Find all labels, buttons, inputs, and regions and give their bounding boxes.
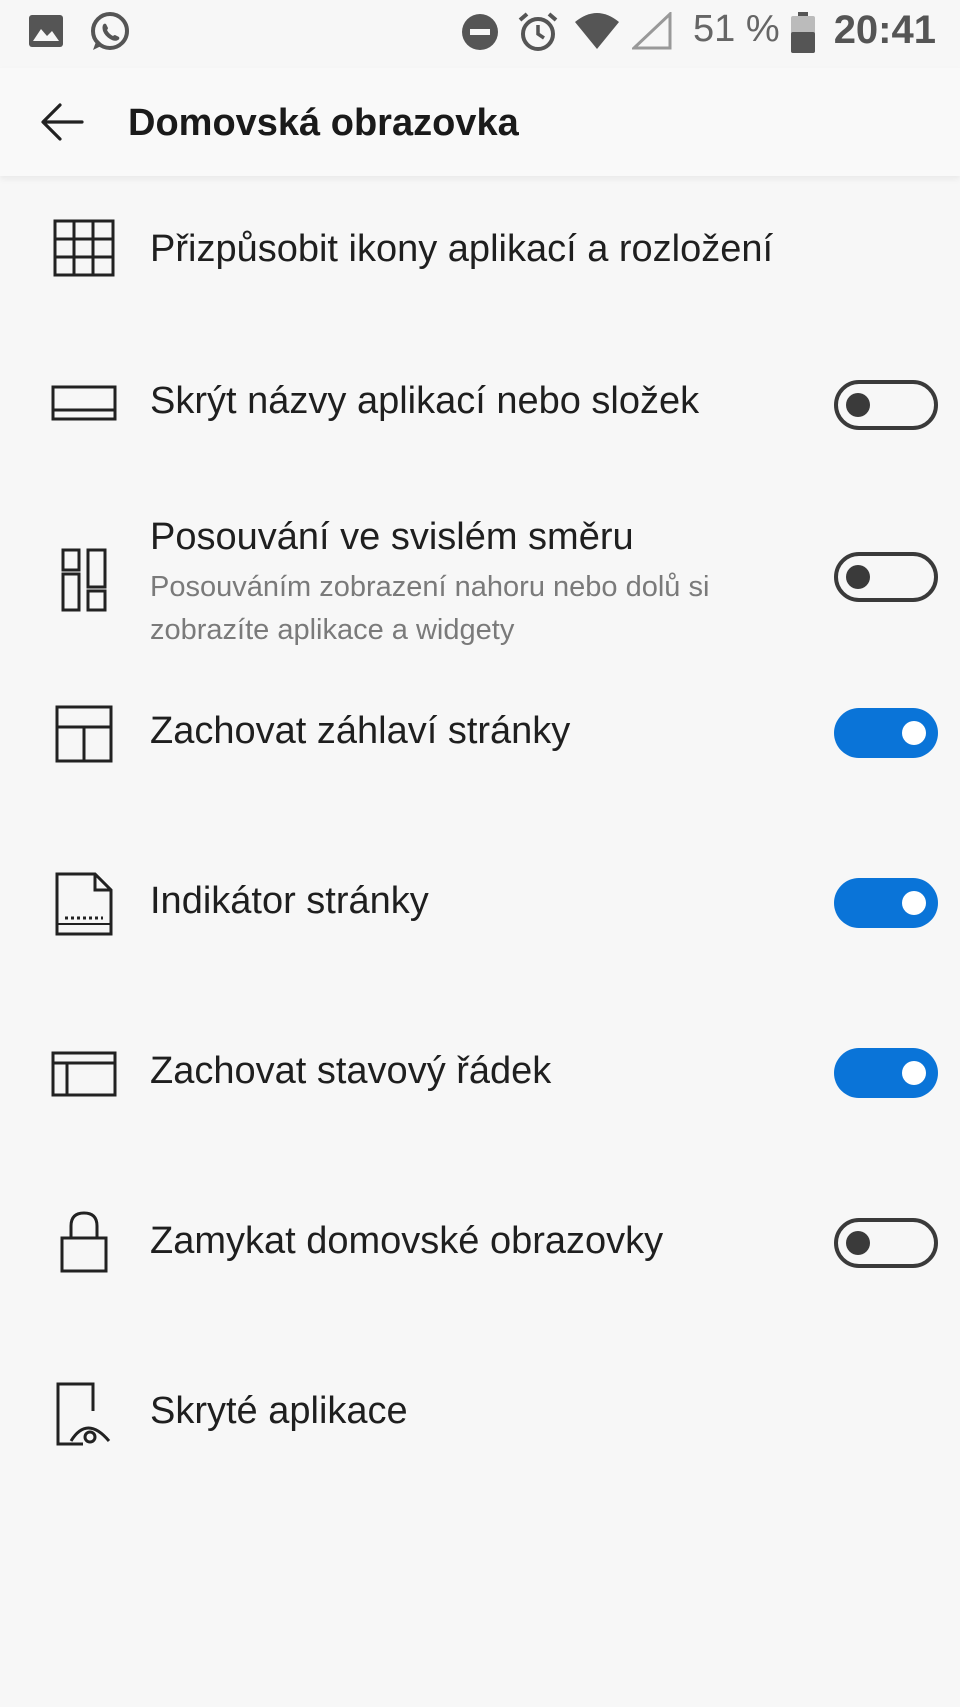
toggle-lock-home-screen[interactable] — [834, 1218, 938, 1268]
back-button[interactable] — [30, 94, 94, 150]
status-bar: 51 % 20:41 — [0, 0, 960, 68]
status-bar-icon — [50, 1040, 118, 1108]
setting-lock-home-screen[interactable]: Zamykat domovské obrazovky — [0, 1196, 960, 1296]
setting-keep-page-header[interactable]: Zachovat záhlaví stránky — [0, 686, 960, 786]
vertical-layout-icon — [50, 546, 118, 614]
setting-label: Zachovat záhlaví stránky — [150, 710, 571, 752]
alarm-icon — [516, 10, 560, 59]
page-indicator-icon — [50, 870, 118, 938]
setting-label: Posouvání ve svislém směru — [150, 516, 634, 558]
setting-label: Skryté aplikace — [150, 1390, 408, 1432]
back-arrow-icon — [41, 103, 84, 141]
page-title: Domovská obrazovka — [128, 102, 519, 144]
wifi-icon — [574, 12, 620, 55]
setting-hide-app-names[interactable]: Skrýt názvy aplikací nebo složek — [0, 366, 960, 446]
battery-icon — [790, 12, 816, 59]
cellular-signal-icon — [630, 10, 672, 55]
toggle-keep-status-bar[interactable] — [834, 1048, 938, 1098]
page-header-icon — [50, 700, 118, 768]
setting-label: Přizpůsobit ikony aplikací a rozložení — [150, 228, 774, 270]
setting-label: Skrýt názvy aplikací nebo složek — [150, 380, 700, 422]
label-bar-icon — [50, 370, 118, 438]
setting-label: Zachovat stavový řádek — [150, 1050, 552, 1092]
do-not-disturb-icon — [460, 12, 500, 57]
setting-hidden-apps[interactable]: Skryté aplikace — [0, 1366, 960, 1466]
clock: 20:41 — [833, 8, 936, 52]
toggle-vertical-scroll[interactable] — [834, 552, 938, 602]
grid-icon — [50, 214, 118, 282]
setting-description: Posouváním zobrazení nahoru nebo dolů si… — [150, 571, 710, 646]
app-header: Domovská obrazovka — [0, 68, 960, 176]
setting-label: Indikátor stránky — [150, 880, 429, 922]
battery-percent: 51 % — [693, 8, 780, 50]
gallery-icon — [28, 14, 64, 53]
hidden-apps-icon — [50, 1380, 118, 1448]
setting-customize-icons[interactable]: Přizpůsobit ikony aplikací a rozložení — [0, 206, 960, 326]
toggle-page-indicator[interactable] — [834, 878, 938, 928]
setting-keep-status-bar[interactable]: Zachovat stavový řádek — [0, 1026, 960, 1126]
screen: 51 % 20:41 Domovská obrazovka Přizpůsobi… — [0, 0, 960, 1707]
setting-vertical-scroll[interactable]: Posouvání ve svislém směru Posouváním zo… — [0, 516, 960, 666]
setting-page-indicator[interactable]: Indikátor stránky — [0, 856, 960, 956]
toggle-keep-page-header[interactable] — [834, 708, 938, 758]
setting-label: Zamykat domovské obrazovky — [150, 1220, 664, 1262]
toggle-hide-app-names[interactable] — [834, 380, 938, 430]
whatsapp-icon — [88, 10, 132, 59]
lock-icon — [50, 1208, 118, 1276]
